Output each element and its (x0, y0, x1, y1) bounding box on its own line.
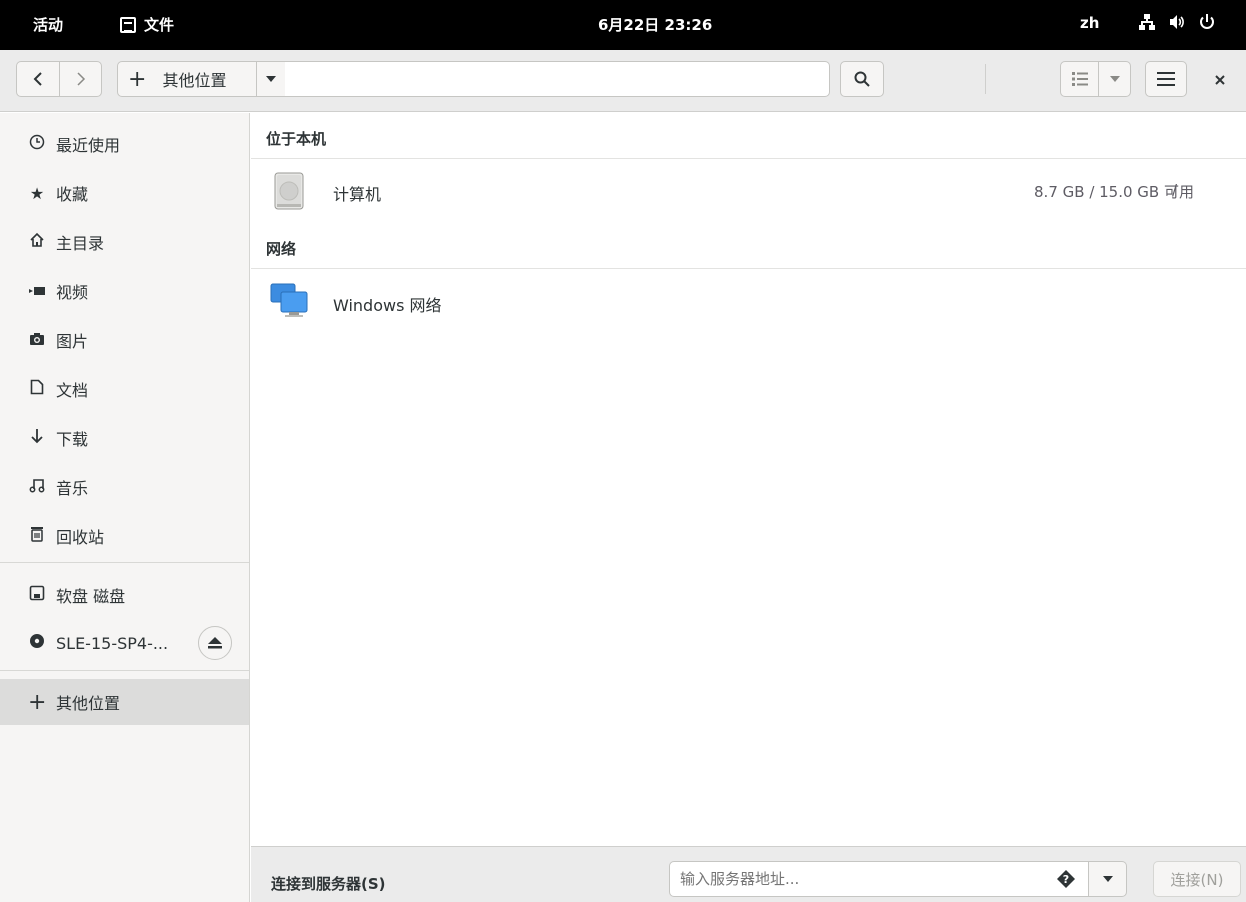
chevron-down-icon (1109, 76, 1120, 82)
sidebar-item-label: SLE-15-SP4-... (56, 633, 169, 653)
navigation-buttons (16, 61, 102, 97)
separator (985, 64, 986, 94)
location-name: 计算机 (333, 185, 382, 204)
search-button[interactable] (840, 61, 884, 97)
clock-icon (28, 134, 46, 154)
system-tray[interactable] (1138, 11, 1216, 33)
plus-icon: + (28, 689, 47, 715)
list-view-button[interactable] (1061, 62, 1098, 96)
files-app-icon (120, 16, 136, 33)
sidebar-item-documents[interactable]: 文档 (0, 367, 249, 411)
path-dropdown-button[interactable] (256, 61, 286, 97)
mount-path: / (1172, 181, 1178, 199)
sidebar-item-home[interactable]: 主目录 (0, 220, 249, 264)
section-divider (251, 268, 1246, 269)
sidebar-item-label: 视频 (56, 283, 89, 302)
sidebar-item-label: 图片 (56, 332, 89, 351)
sidebar-item-label: 文档 (56, 381, 89, 400)
close-icon (1215, 75, 1225, 85)
sidebar-item-other-locations[interactable]: + 其他位置 (0, 679, 249, 725)
hamburger-icon (1157, 72, 1175, 86)
network-computers-icon (270, 283, 308, 317)
chevron-down-icon (1102, 876, 1113, 882)
svg-text:?: ? (1063, 873, 1069, 886)
sidebar-divider (0, 670, 249, 671)
sidebar-item-downloads[interactable]: 下载 (0, 416, 249, 460)
sidebar-item-label: 回收站 (56, 528, 105, 547)
location-name: Windows 网络 (333, 296, 442, 315)
chevron-right-icon (76, 72, 85, 86)
download-icon (28, 428, 46, 448)
star-icon: ★ (29, 183, 45, 203)
header-bar: + 其他位置 (0, 50, 1246, 112)
hard-drive-icon (274, 172, 304, 210)
sidebar-item-label: 其他位置 (56, 694, 121, 713)
forward-button[interactable] (59, 62, 101, 96)
help-icon[interactable]: ? (1056, 869, 1076, 889)
chevron-down-icon (266, 76, 276, 82)
input-language[interactable]: zh (1080, 14, 1099, 32)
close-button[interactable] (1210, 70, 1230, 90)
sidebar: 最近使用 ★ 收藏 主目录 视频 图片 文档 下载 音乐 回收站 软盘 磁盘 S… (0, 113, 250, 902)
app-menu[interactable]: 文件 (120, 14, 174, 35)
connect-to-server-bar: 连接到服务器(S) ? 连接(N) (251, 846, 1246, 902)
section-header-on-this-computer: 位于本机 (266, 130, 327, 148)
sidebar-item-videos[interactable]: 视频 (0, 269, 249, 313)
eject-button[interactable] (198, 626, 232, 660)
top-bar: 活动 文件 6月22日 23:26 zh (0, 0, 1246, 50)
power-icon (1198, 11, 1216, 33)
location-row-computer[interactable]: 计算机 8.7 GB / 15.0 GB 可用 (251, 165, 1246, 217)
sidebar-item-starred[interactable]: ★ 收藏 (0, 171, 249, 215)
floppy-icon (28, 585, 46, 605)
other-locations-view: 位于本机 计算机 8.7 GB / 15.0 GB 可用 网络 Windows … (251, 113, 1246, 846)
server-address-input[interactable] (669, 861, 1089, 897)
sidebar-item-label: 收藏 (56, 185, 89, 204)
app-name: 文件 (144, 16, 175, 34)
connect-button[interactable]: 连接(N) (1153, 861, 1241, 897)
sidebar-item-music[interactable]: 音乐 (0, 465, 249, 509)
disc-icon (28, 633, 46, 653)
sidebar-item-recent[interactable]: 最近使用 (0, 122, 249, 166)
sidebar-item-label: 最近使用 (56, 136, 121, 155)
sidebar-item-pictures[interactable]: 图片 (0, 318, 249, 362)
disk-usage-text: 8.7 GB / 15.0 GB 可用 (1034, 183, 1194, 201)
volume-icon (1168, 11, 1186, 33)
section-divider (251, 158, 1246, 159)
network-icon (1138, 11, 1156, 33)
activities-button[interactable]: 活动 (33, 14, 63, 35)
sidebar-item-label: 主目录 (56, 234, 105, 253)
path-bar-label: 其他位置 (162, 71, 227, 90)
list-view-icon (1071, 72, 1088, 86)
plus-icon: + (128, 66, 147, 92)
clock[interactable]: 6月22日 23:26 (598, 14, 712, 35)
main-menu-button[interactable] (1145, 61, 1187, 97)
music-icon (28, 477, 46, 497)
connect-to-server-label: 连接到服务器(S) (271, 875, 386, 893)
home-icon (28, 232, 46, 252)
sidebar-item-trash[interactable]: 回收站 (0, 514, 249, 558)
path-bar-button[interactable]: + 其他位置 (117, 61, 257, 97)
sidebar-divider (0, 562, 249, 563)
sidebar-item-floppy[interactable]: 软盘 磁盘 (0, 573, 249, 617)
sidebar-item-label: 下载 (56, 430, 89, 449)
location-row-windows-network[interactable]: Windows 网络 (251, 276, 1246, 328)
view-dropdown-button[interactable] (1098, 62, 1130, 96)
back-button[interactable] (17, 62, 59, 96)
video-icon (28, 282, 46, 301)
view-options (1060, 61, 1131, 97)
recent-servers-dropdown[interactable] (1089, 861, 1127, 897)
section-header-networks: 网络 (266, 240, 297, 258)
trash-icon (28, 526, 46, 546)
path-bar[interactable] (285, 61, 830, 97)
document-icon (28, 379, 46, 399)
chevron-left-icon (33, 72, 42, 86)
camera-icon (28, 331, 46, 350)
eject-icon (208, 637, 222, 649)
sidebar-item-label: 音乐 (56, 479, 89, 498)
sidebar-item-label: 软盘 磁盘 (56, 587, 126, 606)
search-icon (854, 71, 870, 87)
